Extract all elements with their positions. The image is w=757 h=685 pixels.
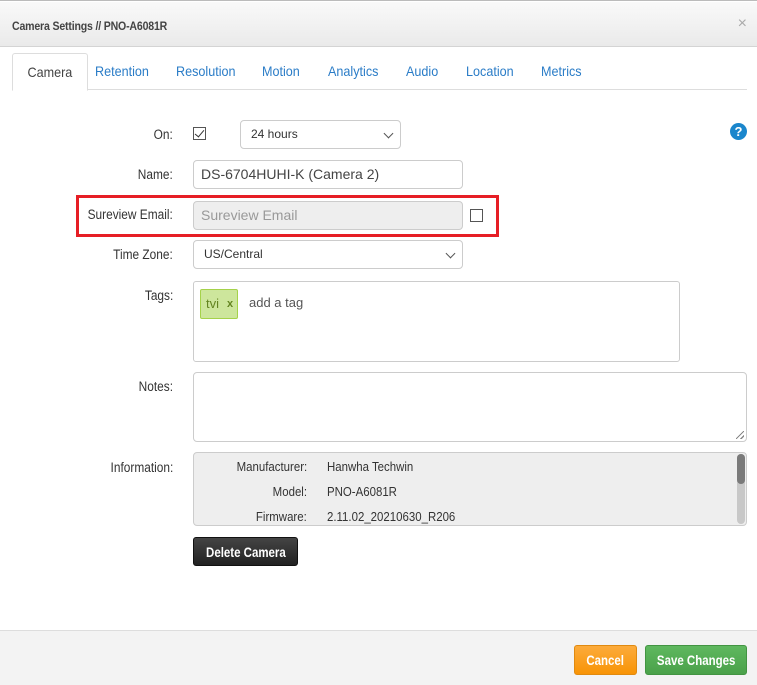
information-panel: Manufacturer: Hanwha Techwin Model: PNO-… xyxy=(193,452,747,526)
time-zone-label: Time Zone: xyxy=(113,247,173,262)
close-icon[interactable]: × xyxy=(738,15,747,33)
tag-chip: tvi x xyxy=(200,289,238,319)
name-label: Name: xyxy=(138,167,173,182)
resize-handle-icon[interactable] xyxy=(736,431,744,439)
modal-footer: Cancel Save Changes xyxy=(0,630,757,685)
time-zone-select[interactable]: US/Central xyxy=(193,240,463,269)
scroll-thumb[interactable] xyxy=(737,454,745,484)
cancel-button[interactable]: Cancel xyxy=(574,645,637,675)
tab-bar: Camera Retention Resolution Motion Analy… xyxy=(12,53,747,91)
notes-textarea[interactable] xyxy=(193,372,747,442)
sureview-email-label: Sureview Email: xyxy=(87,207,173,222)
info-row: Manufacturer: Hanwha Techwin xyxy=(194,459,734,479)
tab-resolution[interactable]: Resolution xyxy=(176,53,236,90)
info-row: Firmware: 2.11.02_20210630_R206 xyxy=(194,509,734,525)
time-zone-value: US/Central xyxy=(204,247,263,261)
tab-camera[interactable]: Camera xyxy=(12,53,88,91)
chevron-down-icon xyxy=(445,248,456,259)
info-row: Model: PNO-A6081R xyxy=(194,484,734,504)
schedule-select[interactable]: 24 hours xyxy=(240,120,401,149)
save-changes-button[interactable]: Save Changes xyxy=(645,645,747,675)
tab-analytics[interactable]: Analytics xyxy=(328,53,378,90)
information-scrollbar[interactable] xyxy=(737,454,745,524)
info-key: Firmware: xyxy=(256,509,307,524)
remove-tag-icon[interactable]: x xyxy=(227,290,233,318)
info-value: Hanwha Techwin xyxy=(327,459,414,474)
tags-input[interactable]: tvi x add a tag xyxy=(193,281,680,362)
tag-placeholder[interactable]: add a tag xyxy=(249,295,303,310)
schedule-select-value: 24 hours xyxy=(251,127,298,141)
info-key: Manufacturer: xyxy=(236,459,307,474)
info-key: Model: xyxy=(272,484,307,499)
tab-motion[interactable]: Motion xyxy=(262,53,300,90)
sureview-email-checkbox[interactable] xyxy=(470,209,483,222)
chevron-down-icon xyxy=(383,128,394,139)
delete-camera-button[interactable]: Delete Camera xyxy=(193,537,298,566)
modal-title: Camera Settings // PNO-A6081R xyxy=(12,19,168,33)
camera-settings-modal: Camera Settings // PNO-A6081R × Camera R… xyxy=(0,0,757,685)
information-label: Information: xyxy=(110,460,173,475)
tab-location[interactable]: Location xyxy=(466,53,514,90)
help-icon[interactable]: ? xyxy=(730,123,747,140)
tab-audio[interactable]: Audio xyxy=(406,53,438,90)
name-input[interactable]: DS-6704HUHI-K (Camera 2) xyxy=(193,160,463,189)
on-checkbox[interactable] xyxy=(193,127,206,140)
notes-label: Notes: xyxy=(138,379,173,394)
tag-text: tvi xyxy=(206,296,219,311)
tab-retention[interactable]: Retention xyxy=(95,53,149,90)
info-value: PNO-A6081R xyxy=(327,484,397,499)
modal-header: Camera Settings // PNO-A6081R × xyxy=(0,2,757,47)
info-value: 2.11.02_20210630_R206 xyxy=(327,509,456,524)
tab-metrics[interactable]: Metrics xyxy=(541,53,582,90)
on-label: On: xyxy=(153,127,173,142)
tags-label: Tags: xyxy=(144,288,173,303)
sureview-email-input[interactable]: Sureview Email xyxy=(193,201,463,230)
